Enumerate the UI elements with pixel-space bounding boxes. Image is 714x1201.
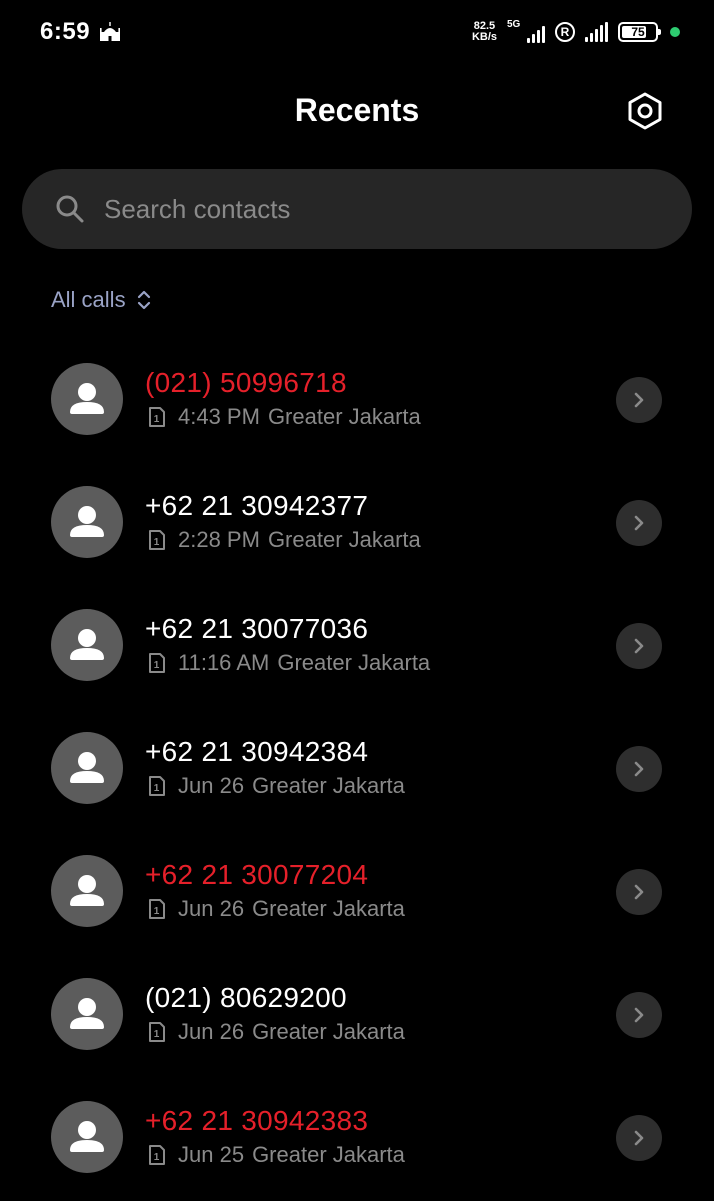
call-number: +62 21 30942377 [145,490,369,521]
call-time: 11:16 AM [178,650,270,675]
settings-button[interactable] [622,88,668,134]
call-meta: 1 11:16 AM Greater Jakarta [148,650,430,676]
call-location: Greater Jakarta [252,773,405,798]
recent-calls-list: (021) 50996718 1 4:43 PM Greater Jakarta… [0,340,714,1201]
call-meta: 1 Jun 25 Greater Jakarta [148,1142,405,1168]
call-meta: 1 2:28 PM Greater Jakarta [148,527,421,553]
call-location: Greater Jakarta [252,1142,405,1167]
signal-5g-icon: 5G [507,19,545,45]
call-time: 4:43 PM [178,404,260,429]
call-time: Jun 25 [178,1142,245,1167]
call-time: Jun 26 [178,896,245,921]
search-bar[interactable] [22,169,692,249]
settings-hexagon-icon [628,92,662,130]
call-meta: 1 4:43 PM Greater Jakarta [148,404,421,430]
call-log-row-5[interactable]: +62 21 30077204 1 Jun 26 Greater Jakarta [0,832,714,955]
search-input[interactable] [102,192,692,226]
chevron-right-icon [634,761,644,777]
mosque-icon [98,20,122,44]
call-location: Greater Jakarta [252,1019,405,1044]
page-title: Recents [294,92,420,128]
chevron-right-icon [634,1130,644,1146]
contact-avatar-icon [51,609,123,681]
sim-slot-number: 1 [154,537,160,548]
sim-card-icon: 1 [149,1145,165,1165]
status-icons: 82.5 KB/s 5G R 75 [472,16,680,48]
chevron-right-icon [634,1007,644,1023]
sim-slot-number: 1 [154,414,160,425]
call-details-button[interactable] [616,869,662,915]
call-log-row-1[interactable]: (021) 50996718 1 4:43 PM Greater Jakarta [0,340,714,463]
battery-level: 75 [631,25,645,39]
sim-slot-number: 1 [154,783,160,794]
chevron-right-icon [634,515,644,531]
call-time: Jun 26 [178,773,245,798]
sim-card-icon: 1 [149,653,165,673]
contact-avatar-icon [51,732,123,804]
call-filter-label: All calls [51,287,126,312]
battery-icon: 75 [618,22,661,42]
call-log-row-4[interactable]: +62 21 30942384 1 Jun 26 Greater Jakarta [0,709,714,832]
sim-card-icon: 1 [149,776,165,796]
sim-card-icon: 1 [149,530,165,550]
network-speed: 82.5 KB/s [472,21,497,43]
call-details-button[interactable] [616,500,662,546]
call-number: (021) 50996718 [145,367,347,398]
call-details-button[interactable] [616,1115,662,1161]
call-number: +62 21 30077036 [145,613,369,644]
call-details-button[interactable] [616,623,662,669]
call-log-row-2[interactable]: +62 21 30942377 1 2:28 PM Greater Jakart… [0,463,714,586]
status-bar: 6:59 82.5 KB/s 5G R 75 [0,0,714,64]
call-log-row-6[interactable]: (021) 80629200 1 Jun 26 Greater Jakarta [0,955,714,1078]
call-details-button[interactable] [616,746,662,792]
search-icon [56,195,84,223]
call-time: 2:28 PM [178,527,260,552]
call-location: Greater Jakarta [267,404,421,429]
call-number: +62 21 30942383 [145,1105,369,1136]
call-meta: 1 Jun 26 Greater Jakarta [148,773,405,799]
call-number: +62 21 30077204 [145,859,369,890]
chevron-right-icon [634,638,644,654]
contact-avatar-icon [51,855,123,927]
network-type-label: 5G [507,19,521,30]
contact-avatar-icon [51,1101,123,1173]
charging-dot-icon [670,27,680,37]
call-location: Greater Jakarta [277,650,431,675]
contact-avatar-icon [51,978,123,1050]
sim-card-icon: 1 [149,899,165,919]
call-meta: 1 Jun 26 Greater Jakarta [148,1019,405,1045]
call-log-row-7[interactable]: +62 21 30942383 1 Jun 25 Greater Jakarta [0,1078,714,1201]
call-number: +62 21 30942384 [145,736,369,767]
status-time: 6:59 [40,18,91,45]
contact-avatar-icon [51,363,123,435]
chevron-right-icon [634,884,644,900]
contact-avatar-icon [51,486,123,558]
sim-slot-number: 1 [154,906,160,917]
signal-icon [585,22,608,42]
call-location: Greater Jakarta [252,896,405,921]
network-speed-unit: KB/s [471,31,497,43]
sim-card-icon: 1 [149,1022,165,1042]
call-details-button[interactable] [616,377,662,423]
sim-slot-number: 1 [154,1029,160,1040]
sim-card-icon: 1 [149,407,165,427]
chevron-right-icon [634,392,644,408]
call-location: Greater Jakarta [267,527,421,552]
call-log-row-3[interactable]: +62 21 30077036 1 11:16 AM Greater Jakar… [0,586,714,709]
sim-slot-number: 1 [154,660,160,671]
roaming-icon: R [555,22,575,42]
sim-slot-number: 1 [154,1152,160,1163]
call-number: (021) 80629200 [145,982,347,1013]
call-details-button[interactable] [616,992,662,1038]
call-time: Jun 26 [178,1019,245,1044]
sort-arrows-icon [137,290,150,310]
call-filter-dropdown[interactable]: All calls [51,287,152,313]
call-meta: 1 Jun 26 Greater Jakarta [148,896,405,922]
